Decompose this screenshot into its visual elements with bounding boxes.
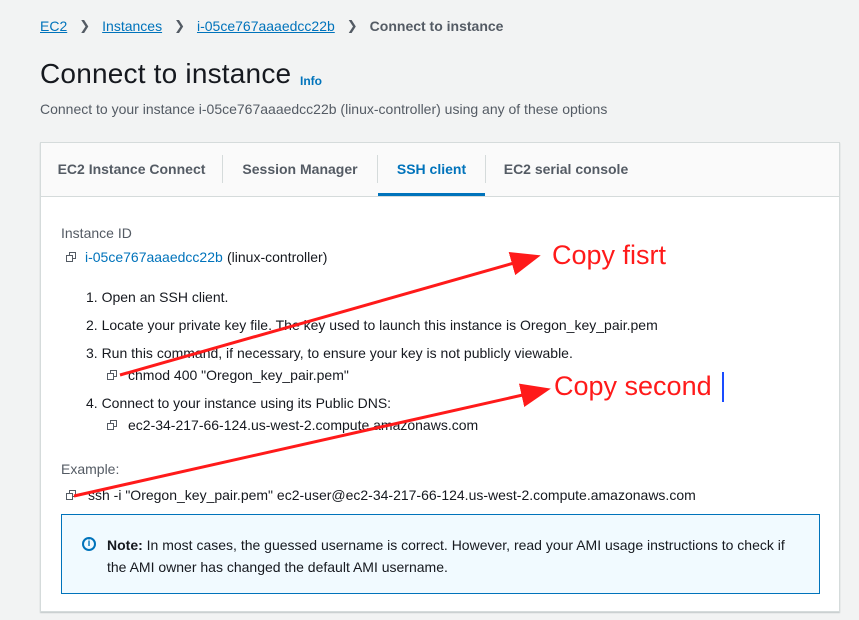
annotation-arrows	[73, 252, 551, 498]
annotation-copy-first: Copy fisrt	[552, 240, 667, 270]
annotation-arrow-first	[119, 252, 541, 377]
annotation-copy-second: Copy second	[554, 371, 712, 401]
annotation-arrow-second	[73, 383, 551, 498]
text-cursor	[722, 372, 724, 402]
